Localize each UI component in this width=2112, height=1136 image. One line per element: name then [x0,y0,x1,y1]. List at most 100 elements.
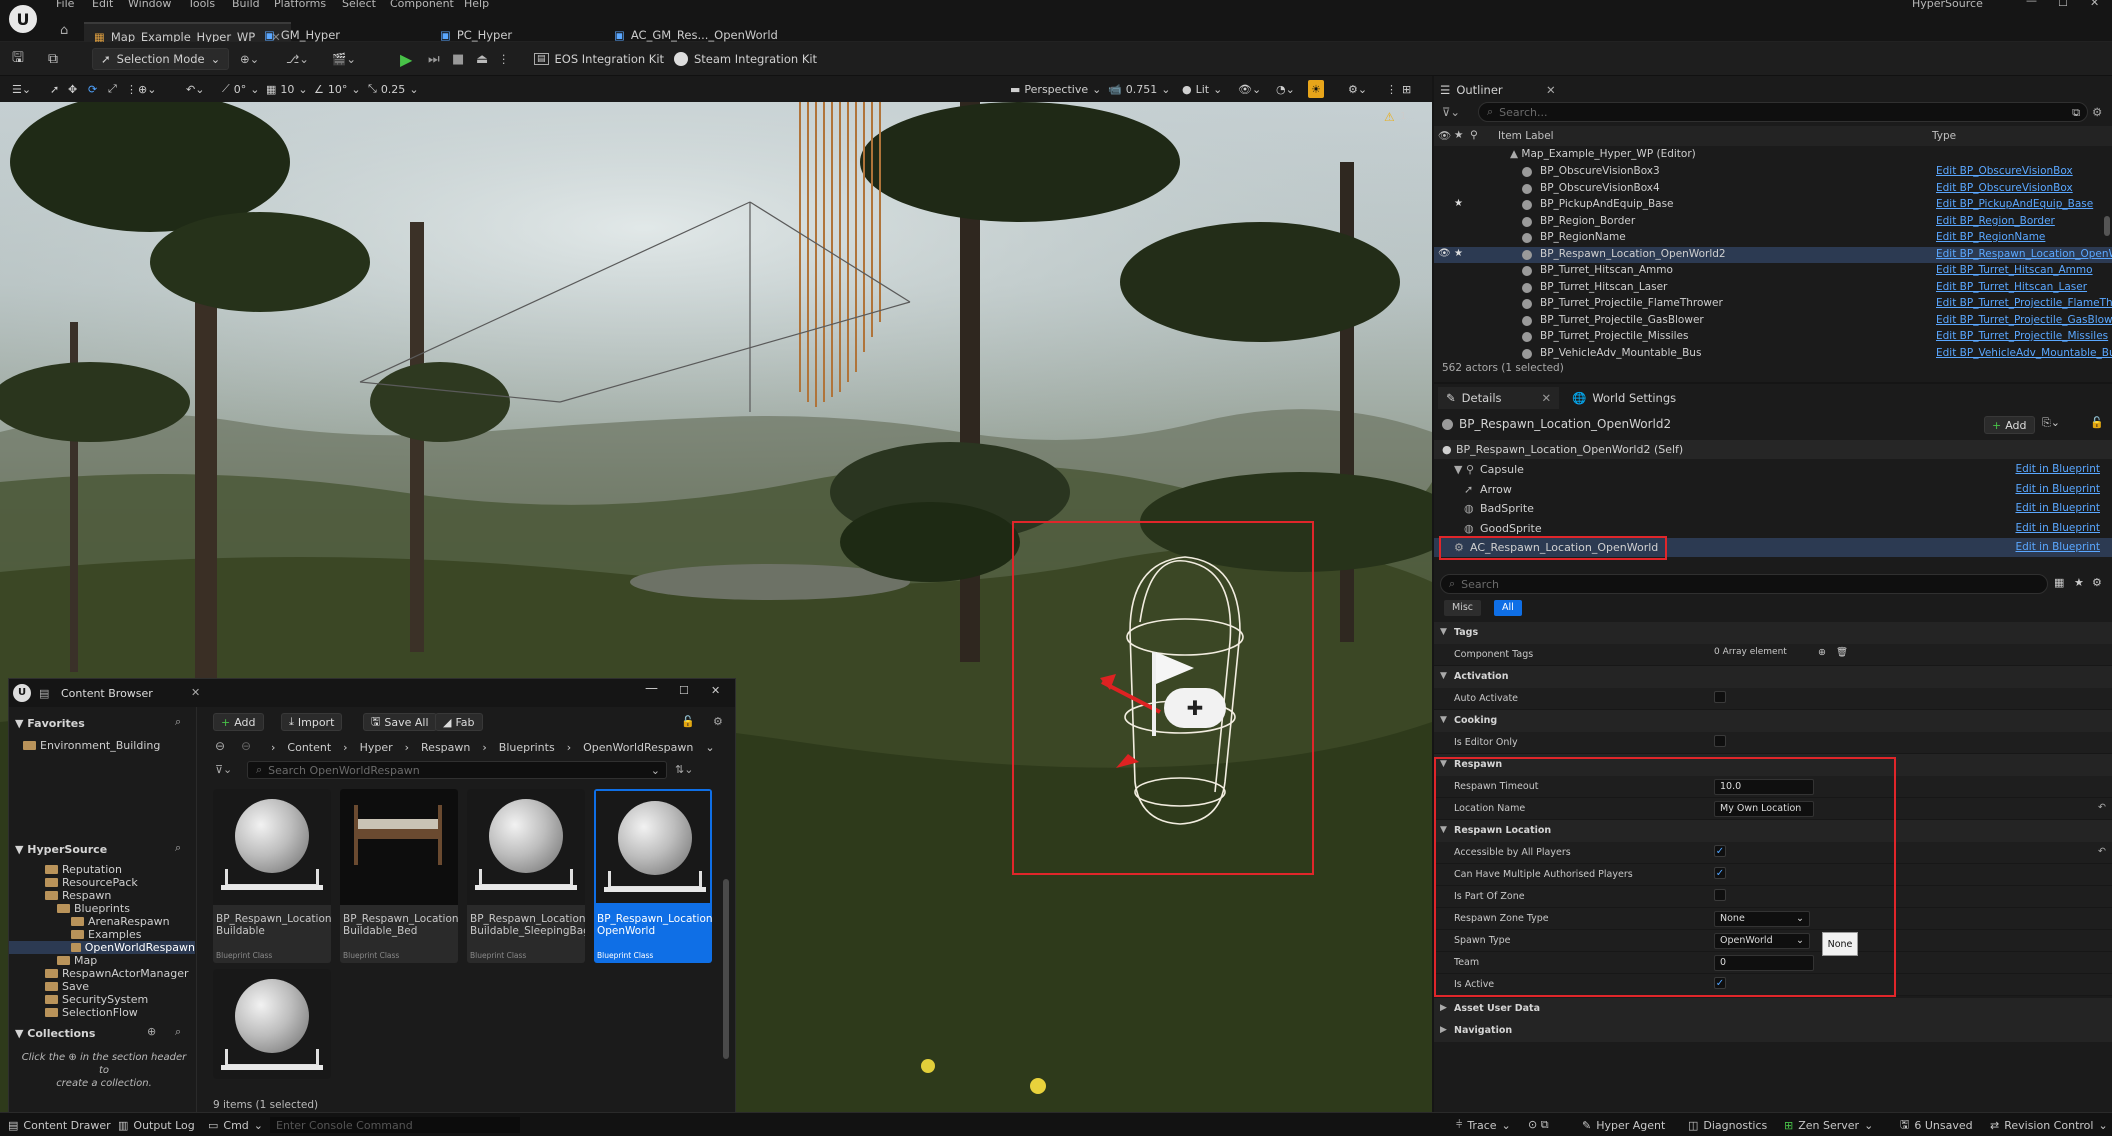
scale-snap[interactable]: ⤡ 0.25 ⌄ [368,80,419,98]
viewport-options-icon[interactable]: ☰⌄ [12,80,31,98]
menu-tools[interactable]: Tools [188,0,215,10]
outliner-row[interactable]: BP_Turret_Projectile_FlameThrower Edit BP… [1434,296,2112,313]
tree-item[interactable]: Reputation [45,863,122,876]
blueprint-menu-icon[interactable]: ⎇⌄ [286,48,309,70]
content-settings-icon[interactable]: ⚙ [713,715,723,728]
outliner-scrollbar[interactable] [2104,216,2110,236]
reset-to-default-icon[interactable]: ↶ [2098,846,2106,857]
component-item[interactable]: ➚ Arrow Edit in Blueprint [1434,480,2112,499]
outliner-row[interactable]: 👁 ★ BP_Respawn_Location_OpenWorld2 Edit BP_… [1434,246,2112,263]
unreal-logo-icon[interactable]: U [6,2,40,36]
close-details-icon[interactable]: ✕ [1542,391,1552,405]
tree-item[interactable]: Respawn [45,889,111,902]
property-matrix-icon[interactable]: ▦ [2054,576,2064,589]
save-icon[interactable]: 🖫 [12,48,24,70]
outliner-row[interactable]: BP_RegionName Edit BP_RegionName [1434,230,2112,247]
edit-blueprint-link[interactable]: Edit BP_VehicleAdv_Mountable_Bus [1936,347,2112,359]
tree-item[interactable]: SecuritySystem [45,993,148,1006]
outliner-root-item[interactable]: ▲ Map_Example_Hyper_WP (Editor) [1510,148,1696,160]
world-space-icon[interactable]: ⊕⌄ [138,80,156,98]
edit-blueprint-link[interactable]: Edit BP_Turret_Projectile_Missiles [1936,330,2112,342]
outliner-row[interactable]: BP_Turret_Projectile_GasBlower Edit BP_Tu… [1434,313,2112,330]
edit-blueprint-link[interactable]: Edit BP_ObscureVisionBox [1936,165,2112,177]
rotate-tool-icon[interactable]: ⟳ [88,80,97,98]
search-icon[interactable]: ⌕ [175,1025,181,1039]
forward-icon[interactable]: ⊖ [241,739,251,753]
tree-item-selected[interactable]: OpenWorldRespawn [9,941,195,954]
tree-item[interactable]: ArenaRespawn [71,915,170,928]
home-icon[interactable]: ⌂ [60,23,68,38]
outliner-row[interactable]: BP_VehicleAdv_Mountable_Bus Edit BP_Vehic… [1434,346,2112,363]
step-icon[interactable]: ⏭ [428,48,440,70]
stop-icon[interactable]: ■ [452,48,464,70]
filter-icon[interactable]: ⊽⌄ [1442,102,1460,122]
search-icon[interactable]: ⌕ [175,841,181,855]
asset-tile[interactable] [213,969,331,1079]
details-settings-icon[interactable]: ⚙ [2092,576,2102,589]
menu-help[interactable]: Help [464,0,489,10]
collections-header[interactable]: ▼ Collections [15,1027,95,1040]
angle-snap[interactable]: ⟋ 0° ⌄ [222,80,259,98]
close-window-icon[interactable]: ✕ [711,684,720,697]
scale-tool-icon[interactable]: ⤢ [108,80,117,98]
warning-icon[interactable]: ⚠ [1384,110,1395,124]
lock-icon[interactable]: 🔓 [681,715,695,728]
realtime-warning-icon[interactable]: ☀ [1308,80,1324,98]
section-activation[interactable]: ▼ Activation [1434,666,2112,688]
console-input[interactable]: Enter Console Command [270,1117,520,1133]
asset-tile[interactable]: BP_Respawn_Location_ Buildable Blueprint… [213,789,331,963]
add-element-icon[interactable]: ⊕ [1818,647,1826,658]
component-item[interactable]: ◍ GoodSprite Edit in Blueprint [1434,519,2112,538]
play-icon[interactable]: ▶ [400,48,412,70]
section-cooking[interactable]: ▼ Cooking [1434,710,2112,732]
minimize-icon[interactable]: — [2026,0,2037,7]
column-type[interactable]: Type [1932,130,1956,142]
auto-activate-checkbox[interactable] [1714,691,1726,703]
breadcrumb-item[interactable]: Blueprints [499,741,555,754]
edit-blueprint-link[interactable]: Edit BP_Region_Border [1936,215,2112,227]
add-button[interactable]: + Add [213,713,264,731]
fab-button[interactable]: ◢ Fab [435,713,483,731]
maximize-icon[interactable]: ☐ [2058,0,2068,9]
zen-server-button[interactable]: ⊞ Zen Server ⌄ [1784,1117,1873,1133]
breadcrumb-item[interactable]: Content [287,741,331,754]
section-navigation[interactable]: ▶ Navigation [1434,1020,2112,1042]
asset-search-input[interactable]: ⌕ Search OpenWorldRespawn ⌄ [247,761,667,779]
outliner-row[interactable]: BP_Region_Border Edit BP_Region_Border [1434,214,2112,231]
edit-in-blueprint-link[interactable]: Edit in Blueprint [2016,541,2101,553]
menu-edit[interactable]: Edit [92,0,113,10]
trash-icon[interactable]: 🗑 [1836,647,1848,658]
rotation-snap[interactable]: ∠ 10° ⌄ [314,80,361,98]
selection-mode-dropdown[interactable]: ➚ Selection Mode ⌄ [92,48,230,70]
tab-details[interactable]: ✎ Details ✕ [1438,387,1560,409]
tree-item[interactable]: ResourcePack [45,876,138,889]
outliner-row[interactable]: BP_Turret_Hitscan_Laser Edit BP_Turret_Hi… [1434,280,2112,297]
content-drawer-button[interactable]: ▤ Content Drawer [8,1117,111,1133]
outliner-row[interactable]: BP_ObscureVisionBox3 Edit BP_ObscureVisio… [1434,164,2112,181]
trace-dropdown[interactable]: ⫩ Trace ⌄ [1456,1117,1511,1133]
viewport-more-icon[interactable]: ⋮ [1386,80,1397,98]
reset-to-default-icon[interactable]: ↶ [2098,802,2106,813]
details-search-input[interactable]: ⌕ Search [1440,574,2048,594]
viewport-settings-icon[interactable]: ⚙⌄ [1348,80,1367,98]
outliner-row[interactable]: BP_Turret_Projectile_Missiles Edit BP_Tur… [1434,329,2112,346]
show-flags-icon[interactable]: 👁⌄ [1238,80,1261,98]
close-outliner-icon[interactable]: ✕ [1546,80,1556,100]
diagnostics-button[interactable]: ◫ Diagnostics [1688,1117,1767,1133]
view-mode-dropdown[interactable]: ● Lit ⌄ [1182,80,1222,98]
menu-platforms[interactable]: Platforms [274,0,326,10]
layout-icon[interactable]: ⊞ [1402,80,1411,98]
breadcrumb-item[interactable]: Hyper [360,741,393,754]
section-tags[interactable]: ▼ Tags [1434,622,2112,644]
edit-blueprint-link[interactable]: Edit BP_Turret_Projectile_GasBlower [1936,314,2112,326]
revision-control-button[interactable]: ⇄ Revision Control ⌄ [1990,1117,2108,1133]
cmd-dropdown[interactable]: ▭ Cmd ⌄ [208,1117,263,1133]
breadcrumb-item[interactable]: OpenWorldRespawn [583,741,693,754]
transform-options-icon[interactable]: ⋮ [126,80,137,98]
tree-item[interactable]: Save [45,980,89,993]
filter-all-button[interactable]: All [1494,600,1522,616]
tab-world-settings[interactable]: 🌐 World Settings [1572,388,1676,408]
sort-icon[interactable]: ⇅⌄ [675,763,693,776]
performance-icon[interactable]: ◔⌄ [1276,80,1295,98]
lock-icon[interactable]: 🔓 [2090,416,2104,429]
